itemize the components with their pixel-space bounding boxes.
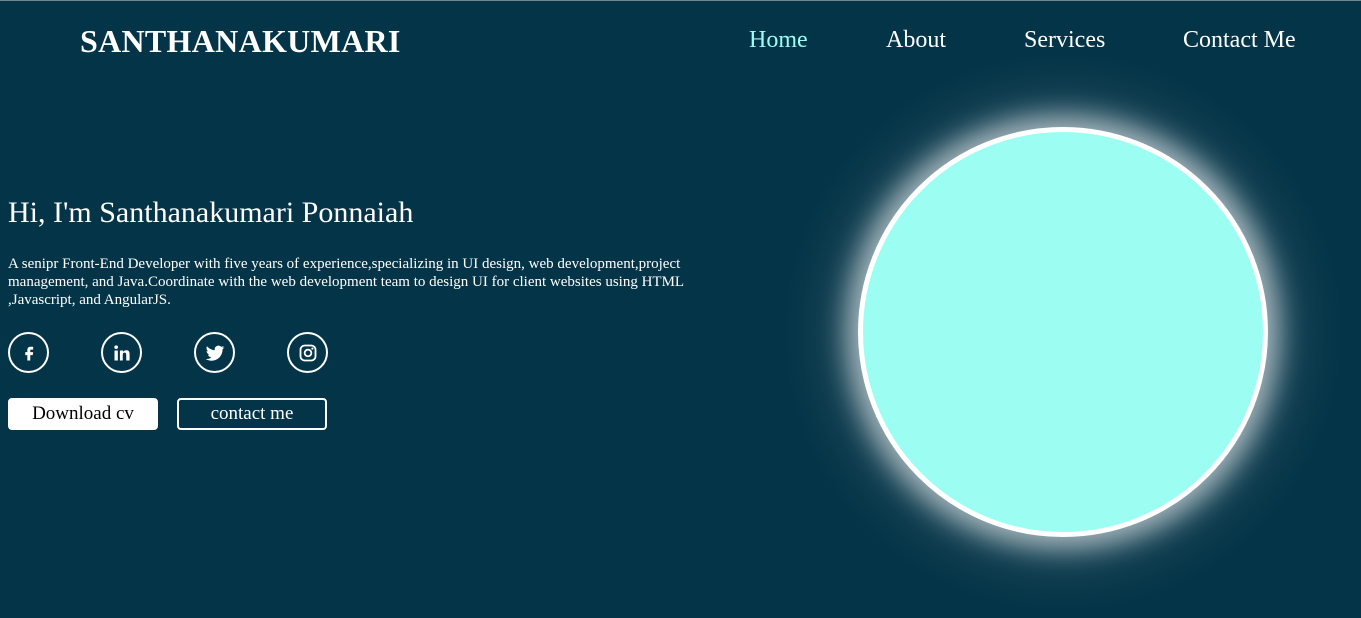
- profile-avatar: [858, 127, 1268, 537]
- nav-about[interactable]: About: [886, 27, 946, 54]
- nav-contact-me[interactable]: Contact Me: [1183, 27, 1296, 54]
- instagram-link[interactable]: [287, 332, 328, 373]
- twitter-link[interactable]: [194, 332, 235, 373]
- facebook-icon: [24, 346, 33, 360]
- linkedin-icon: [113, 344, 130, 360]
- instagram-icon: [299, 344, 316, 361]
- hero-description: A senipr Front-End Developer with five y…: [8, 256, 684, 308]
- page: SANTHANAKUMARI Home About Services Conta…: [0, 0, 1361, 618]
- contact-me-button[interactable]: contact me: [177, 398, 327, 430]
- facebook-link[interactable]: [8, 332, 49, 373]
- linkedin-link[interactable]: [101, 332, 142, 373]
- twitter-icon: [205, 345, 224, 361]
- hero-title: Hi, I'm Santhanakumari Ponnaiah: [8, 196, 414, 229]
- main-nav: Home About Services Contact Me: [0, 27, 1361, 57]
- download-cv-button[interactable]: Download cv: [8, 398, 158, 430]
- nav-home[interactable]: Home: [749, 27, 808, 54]
- nav-services[interactable]: Services: [1024, 27, 1105, 54]
